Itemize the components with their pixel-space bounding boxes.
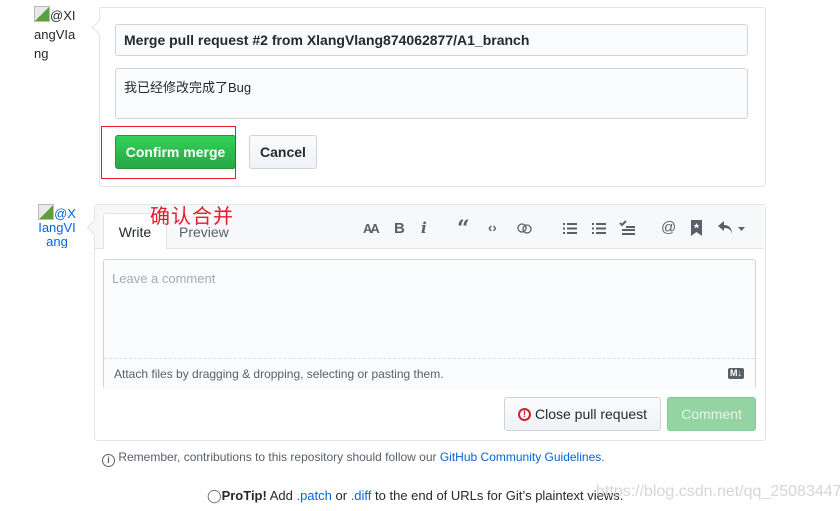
text-size-icon[interactable]: AA (363, 221, 380, 236)
lightbulb-icon: ◯ (207, 488, 222, 503)
commit-message-value: 我已经修改完成了Bug (124, 80, 252, 95)
comment-button[interactable]: Comment (667, 397, 756, 431)
mention-icon[interactable]: @ (661, 219, 676, 236)
protip-text: Add (266, 488, 297, 503)
protip-lead: ProTip! (221, 488, 267, 503)
watermark: https://blog.csdn.net/qq_25083447 (596, 483, 840, 500)
close-pull-request-label: Close pull request (534, 406, 648, 422)
commit-title-value: Merge pull request #2 from XlangVlang874… (124, 32, 530, 48)
guidelines-note: i Remember, contributions to this reposi… (102, 450, 605, 467)
guidelines-end: . (601, 450, 605, 464)
info-icon: i (102, 454, 115, 467)
tab-write-label: Write (118, 224, 152, 240)
link-icon[interactable] (516, 222, 533, 240)
cancel-button[interactable]: Cancel (249, 135, 317, 169)
protip: ◯ProTip! Add .patch or .diff to the end … (207, 488, 623, 504)
quote-icon[interactable]: “ (457, 216, 470, 242)
diff-link[interactable]: .diff (351, 488, 372, 503)
attach-hint: Attach files by dragging & dropping, sel… (114, 367, 444, 381)
close-pull-request-button[interactable]: ! Close pull request (504, 397, 661, 431)
commenter-avatar: @XIangVIang (38, 204, 76, 248)
community-guidelines-link[interactable]: GitHub Community Guidelines (440, 450, 601, 464)
annotation-label: 确认合并 (150, 204, 234, 228)
issue-closed-icon: ! (517, 407, 531, 421)
annotation-highlight-box (101, 126, 236, 179)
guidelines-text: Remember, contributions to this reposito… (118, 450, 440, 464)
protip-text: or (331, 488, 351, 503)
bookmark-icon[interactable] (691, 220, 702, 241)
commit-title-input[interactable]: Merge pull request #2 from XlangVlang874… (115, 24, 748, 56)
bullet-list-icon[interactable] (563, 222, 577, 240)
author-avatar: @XIangVIang (34, 6, 78, 66)
comment-placeholder: Leave a comment (112, 271, 216, 286)
reply-icon[interactable] (718, 221, 746, 240)
code-icon[interactable]: ‹› (488, 220, 497, 235)
attach-bar[interactable]: Attach files by dragging & dropping, sel… (104, 358, 755, 389)
bold-icon[interactable]: B (394, 220, 405, 237)
patch-link[interactable]: .patch (296, 488, 331, 503)
italic-icon[interactable]: i (421, 219, 427, 237)
commit-message-textarea[interactable]: 我已经修改完成了Bug (115, 68, 748, 119)
numbered-list-icon[interactable] (592, 222, 606, 240)
task-list-icon[interactable] (619, 220, 635, 240)
protip-text: to the end of URLs for Git’s plaintext v… (371, 488, 624, 503)
comment-textarea[interactable]: Leave a comment Attach files by dragging… (103, 259, 756, 389)
markdown-icon[interactable]: M↓ (728, 368, 744, 379)
